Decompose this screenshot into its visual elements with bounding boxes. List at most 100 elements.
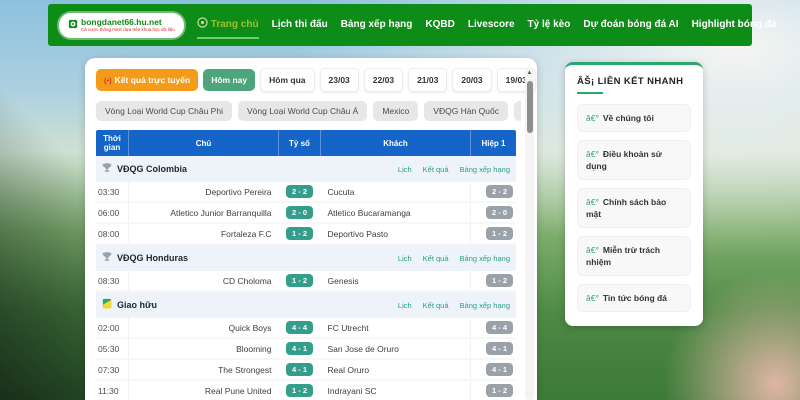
column-header-home: Chủ (128, 130, 278, 156)
league-section-header: VĐQG Honduras Lịch Kết quả Bảng xếp hạng (96, 245, 516, 271)
league-chip-5[interactable]: VĐ (514, 101, 521, 121)
nav-item-1[interactable]: Trang chủ (197, 11, 259, 39)
date-button-22-03[interactable]: 22/03 (364, 68, 403, 92)
home-team[interactable]: Real Pune United (128, 381, 279, 400)
home-team[interactable]: Deportivo Pereira (128, 182, 279, 201)
league-link-bảng-xếp-hạng[interactable]: Bảng xếp hạng (460, 254, 510, 263)
quick-link-item-1[interactable]: â€°Về chúng tôi (577, 104, 691, 132)
quick-link-item-3[interactable]: â€°Chính sách bảo mật (577, 188, 691, 228)
league-link-kết-quả[interactable]: Kết quả (423, 301, 449, 310)
away-team[interactable]: Atletico Bucaramanga (321, 203, 471, 222)
trophy-icon (102, 249, 112, 267)
home-team[interactable]: The Strongest (128, 360, 279, 379)
away-team[interactable]: FC Utrecht (321, 318, 471, 337)
match-row[interactable]: 05:30Blooming 4 - 1 San Jose de Oruro 4 - 1 (96, 339, 516, 360)
league-section-header: Giao hữuLịchKết quảBảng xếp hạng (96, 292, 516, 318)
match-row[interactable]: 11:30Real Pune United1 - 2Indrayani SC1 … (96, 381, 516, 400)
nav-item-8[interactable]: Highlight bóng đá (692, 13, 777, 38)
full-time-score[interactable]: 4 - 1 (286, 342, 313, 355)
half-time-cell: 4 - 1 (470, 360, 516, 379)
full-time-score[interactable]: 2 - 0 (286, 206, 313, 219)
league-chip-1[interactable]: Vòng Loại World Cup Châu Phi (96, 101, 232, 121)
away-team[interactable]: Indrayani SC (321, 381, 471, 400)
nav-item-4[interactable]: KQBD (425, 13, 454, 38)
away-team[interactable]: Real Oruro (321, 360, 471, 379)
date-button-21-03[interactable]: 21/03 (408, 68, 447, 92)
home-team[interactable]: Blooming (128, 339, 279, 358)
nav-item-6[interactable]: Tỷ lệ kèo (528, 13, 571, 38)
full-time-score[interactable]: 4 - 4 (286, 321, 313, 334)
league-link-bảng-xếp-hạng[interactable]: Bảng xếp hạng (460, 301, 510, 310)
full-time-score[interactable]: 2 - 2 (286, 185, 313, 198)
quick-link-item-4[interactable]: â€°Miễn trừ trách nhiệm (577, 236, 691, 276)
league-name: VĐQG Colombia (117, 164, 393, 174)
quick-link-item-2[interactable]: â€°Điều khoản sử dụng (577, 140, 691, 180)
date-button-20-03[interactable]: 20/03 (452, 68, 491, 92)
league-link-kết-quả[interactable]: Kết quả (423, 254, 449, 263)
logo-text-block: bongdanet66.hu.net Cá cược thông minh dự… (81, 17, 175, 33)
top-navigation-bar: bongdanet66.hu.net Cá cược thông minh dự… (48, 4, 752, 46)
scrollbar-thumb[interactable] (527, 81, 533, 133)
away-team[interactable]: Genesis (321, 271, 471, 290)
quick-link-label: Về chúng tôi (603, 113, 654, 123)
match-row[interactable]: 02:00Quick Boys4 - 4FC Utrecht4 - 4 (96, 318, 516, 339)
home-team[interactable]: Quick Boys (128, 318, 279, 337)
match-row[interactable]: 06:00Atletico Junior Barranquilla2 - 0At… (96, 203, 516, 224)
quick-link-item-5[interactable]: â€°Tin tức bóng đá (577, 284, 691, 312)
nav-item-3[interactable]: Bảng xếp hạng (341, 13, 413, 38)
yesterday-button[interactable]: Hôm qua (260, 68, 314, 92)
match-time: 05:30 (96, 339, 128, 358)
column-header-time: Thời gian (96, 130, 128, 156)
nav-item-2[interactable]: Lịch thi đấu (272, 13, 328, 38)
nav-item-7[interactable]: Dự đoán bóng đá AI (583, 13, 678, 38)
logo-icon (68, 16, 78, 34)
table-header: Thời gian Chủ Tỷ số Khách Hiệp 1 (96, 130, 516, 156)
league-link-lịch[interactable]: Lịch (398, 254, 412, 263)
half-time-cell: 4 - 4 (470, 318, 516, 337)
match-row[interactable]: 03:30Deportivo Pereira2 - 2Cucuta2 - 2 (96, 182, 516, 203)
live-results-button[interactable]: (•) Kết quả trực tuyến (96, 69, 198, 91)
half-time-cell: 1 - 2 (470, 224, 516, 243)
league-link-kết-quả[interactable]: Kết quả (423, 165, 449, 174)
league-chip-3[interactable]: Mexico (373, 101, 418, 121)
score-cell: 1 - 2 (279, 381, 321, 400)
match-row[interactable]: 08:30CD Choloma1 - 2Genesis1 - 2 (96, 271, 516, 292)
away-team[interactable]: San Jose de Oruro (321, 339, 471, 358)
quick-link-label: Tin tức bóng đá (603, 293, 667, 303)
scroll-up-arrow[interactable]: ▲ (525, 68, 534, 76)
full-time-score[interactable]: 1 - 2 (286, 227, 313, 240)
away-team[interactable]: Deportivo Pasto (321, 224, 471, 243)
match-time: 07:30 (96, 360, 128, 379)
half-time-cell: 1 - 2 (470, 271, 516, 290)
match-time: 08:00 (96, 224, 128, 243)
home-team[interactable]: Fortaleza F.C (128, 224, 279, 243)
full-time-score[interactable]: 1 - 2 (286, 384, 313, 397)
home-team[interactable]: Atletico Junior Barranquilla (128, 203, 279, 222)
away-team[interactable]: Cucuta (321, 182, 471, 201)
nav-item-label: Lịch thi đấu (272, 19, 328, 30)
match-table-body: VĐQG ColombiaLịchKết quảBảng xếp hạng03:… (96, 156, 516, 400)
score-cell: 1 - 2 (279, 271, 321, 290)
league-link-lịch[interactable]: Lịch (398, 301, 412, 310)
vertical-scrollbar[interactable]: ▲ (525, 68, 534, 400)
half-time-cell: 2 - 2 (470, 182, 516, 201)
league-name: VĐQG Honduras (117, 253, 393, 263)
league-link-bảng-xếp-hạng[interactable]: Bảng xếp hạng (460, 165, 510, 174)
match-row[interactable]: 08:00Fortaleza F.C1 - 2Deportivo Pasto1 … (96, 224, 516, 245)
league-link-lịch[interactable]: Lịch (398, 165, 412, 174)
nav-item-5[interactable]: Livescore (468, 13, 515, 38)
date-button-23-03[interactable]: 23/03 (320, 68, 359, 92)
league-chip-4[interactable]: VĐQG Hàn Quốc (424, 101, 508, 121)
full-time-score[interactable]: 4 - 1 (286, 363, 313, 376)
full-time-score[interactable]: 1 - 2 (286, 274, 313, 287)
league-chip-2[interactable]: Vòng Loại World Cup Châu Á (238, 101, 367, 121)
column-header-away: Khách (320, 130, 470, 156)
match-time: 02:00 (96, 318, 128, 337)
today-button[interactable]: Hôm nay (203, 69, 255, 91)
home-team[interactable]: CD Choloma (128, 271, 279, 290)
match-row[interactable]: 07:30The Strongest4 - 1Real Oruro4 - 1 (96, 360, 516, 381)
site-logo[interactable]: bongdanet66.hu.net Cá cược thông minh dự… (59, 13, 184, 38)
link-bullet-icon: â€° (586, 245, 599, 255)
nav-item-label: Highlight bóng đá (692, 19, 777, 30)
half-time-score: 4 - 1 (486, 342, 513, 355)
